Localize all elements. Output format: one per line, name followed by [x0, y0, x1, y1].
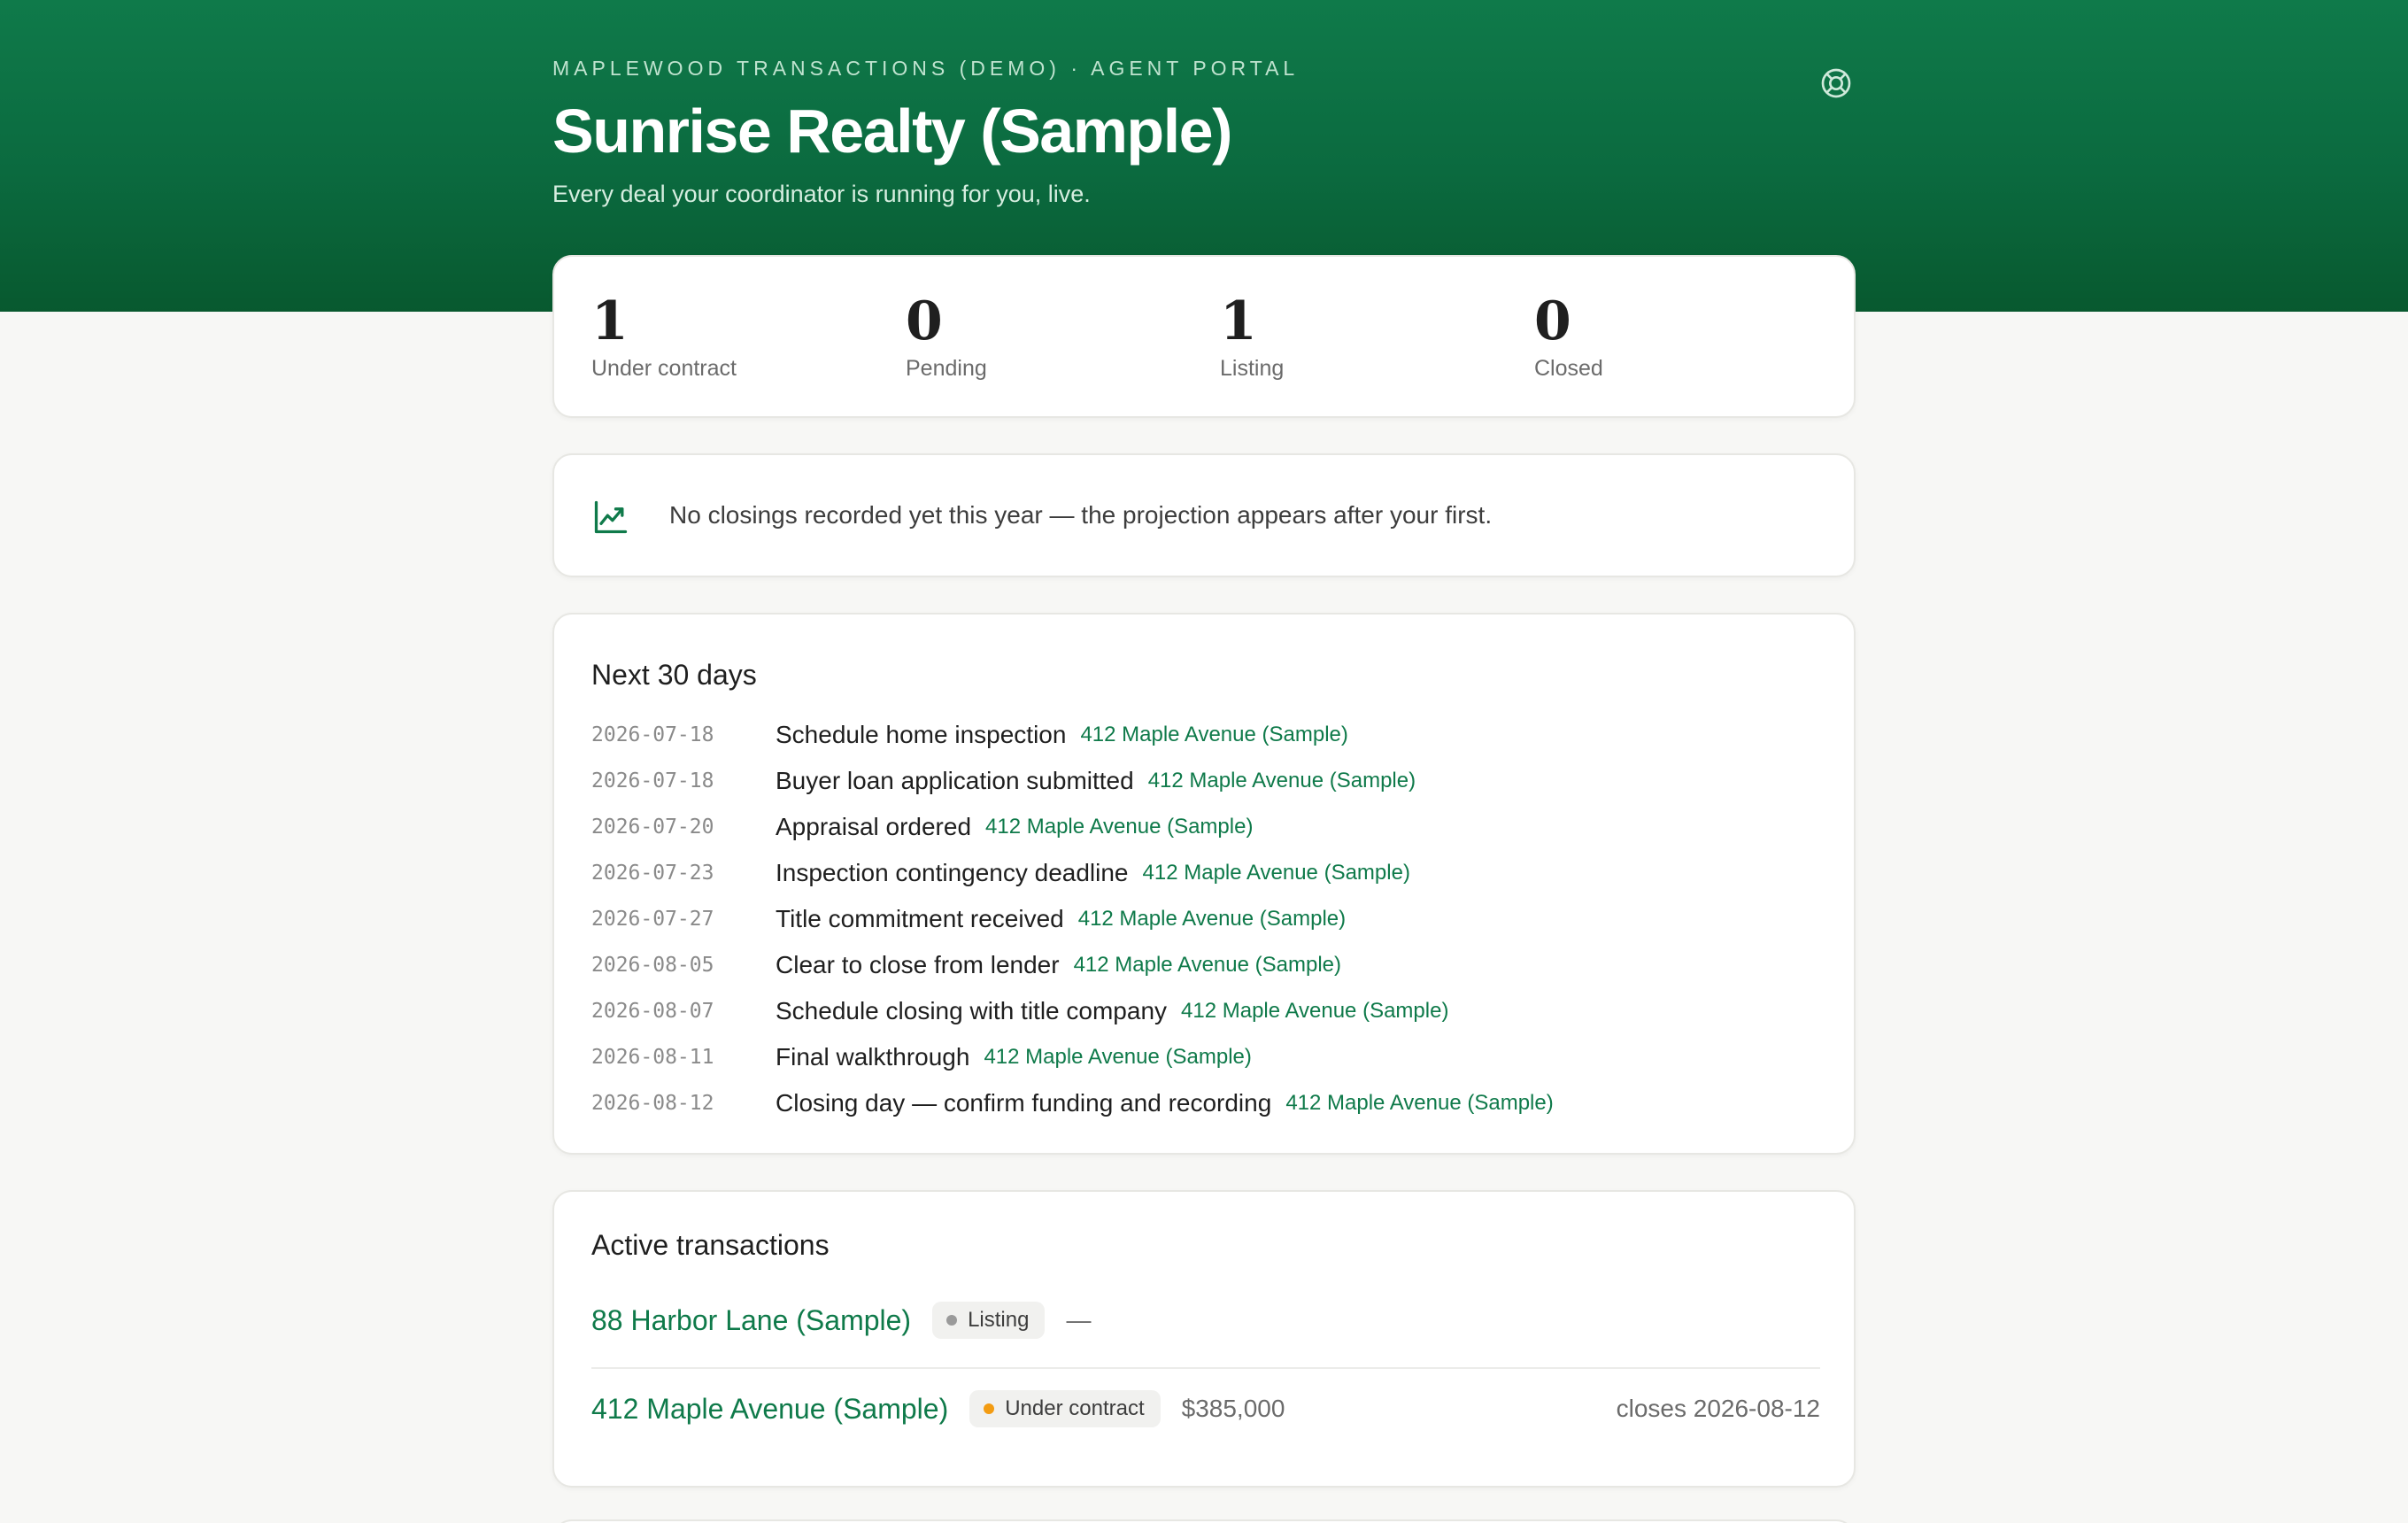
- upcoming-event[interactable]: 2026-07-27 Title commitment received 412…: [591, 896, 1346, 942]
- transaction-link[interactable]: 88 Harbor Lane (Sample): [591, 1304, 911, 1337]
- projection-card: No closings recorded yet this year — the…: [552, 453, 1856, 577]
- event-title: Schedule home inspection: [776, 721, 1067, 748]
- transaction-row: 88 Harbor Lane (Sample) Listing —: [591, 1280, 1820, 1360]
- active-title: Active transactions: [591, 1229, 830, 1261]
- stat-label: Under contract: [591, 356, 737, 381]
- status-badge: Under contract: [969, 1390, 1161, 1427]
- event-property-link[interactable]: 412 Maple Avenue (Sample): [1148, 769, 1416, 793]
- help-button[interactable]: [1817, 64, 1856, 103]
- event-date: 2026-08-07: [591, 1000, 714, 1023]
- transaction-link[interactable]: 412 Maple Avenue (Sample): [591, 1393, 948, 1426]
- upcoming-event[interactable]: 2026-07-23 Inspection contingency deadli…: [591, 850, 1410, 896]
- status-dot: [984, 1403, 995, 1414]
- status-label: Under contract: [1005, 1396, 1145, 1420]
- event-title: Final walkthrough: [776, 1043, 970, 1071]
- stats-card: 1 Under contract 0 Pending 1 Listing 0 C…: [552, 255, 1856, 418]
- upcoming-event[interactable]: 2026-08-11 Final walkthrough 412 Maple A…: [591, 1034, 1252, 1080]
- status-dot: [946, 1315, 958, 1326]
- event-date: 2026-07-18: [591, 723, 714, 746]
- event-property-link[interactable]: 412 Maple Avenue (Sample): [1074, 953, 1341, 978]
- transaction-close-date: closes 2026-08-12: [1616, 1395, 1820, 1422]
- stat-value: 1: [1220, 290, 1257, 352]
- stat-under-contract: 1 Under contract: [591, 292, 737, 382]
- event-property-link[interactable]: 412 Maple Avenue (Sample): [1080, 723, 1347, 747]
- event-date: 2026-07-27: [591, 908, 714, 931]
- projection-message: No closings recorded yet this year — the…: [669, 501, 1493, 529]
- event-property-link[interactable]: 412 Maple Avenue (Sample): [985, 815, 1253, 839]
- page-title: Sunrise Realty (Sample): [552, 97, 1232, 166]
- event-property-link[interactable]: 412 Maple Avenue (Sample): [1285, 1091, 1553, 1116]
- event-title: Title commitment received: [776, 905, 1064, 932]
- event-title: Appraisal ordered: [776, 813, 972, 840]
- page-subtitle: Every deal your coordinator is running f…: [552, 181, 1091, 207]
- upcoming-event[interactable]: 2026-08-12 Closing day — confirm funding…: [591, 1080, 1554, 1126]
- upcoming-event[interactable]: 2026-07-18 Schedule home inspection 412 …: [591, 712, 1348, 758]
- event-title: Closing day — confirm funding and record…: [776, 1089, 1272, 1117]
- trending-up-chart-icon: [594, 500, 628, 534]
- portal-eyebrow: MAPLEWOOD TRANSACTIONS (DEMO) · AGENT PO…: [552, 57, 1300, 80]
- upcoming-event[interactable]: 2026-07-18 Buyer loan application submit…: [591, 758, 1416, 804]
- event-property-link[interactable]: 412 Maple Avenue (Sample): [1181, 999, 1448, 1024]
- event-title: Inspection contingency deadline: [776, 859, 1129, 886]
- event-title: Schedule closing with title company: [776, 997, 1168, 1024]
- transaction-row: 412 Maple Avenue (Sample) Under contract…: [591, 1369, 1820, 1449]
- stat-label: Listing: [1220, 356, 1285, 381]
- active-transactions-card: Active transactions 88 Harbor Lane (Samp…: [552, 1190, 1856, 1488]
- stat-label: Closed: [1534, 356, 1603, 381]
- stat-listing: 1 Listing: [1220, 292, 1284, 382]
- stat-pending: 0 Pending: [906, 292, 987, 382]
- stat-closed: 0 Closed: [1534, 292, 1603, 382]
- transaction-price: $385,000: [1181, 1395, 1285, 1422]
- stat-value: 1: [591, 290, 629, 352]
- status-badge: Listing: [932, 1302, 1046, 1339]
- stat-value: 0: [1534, 290, 1571, 352]
- event-property-link[interactable]: 412 Maple Avenue (Sample): [984, 1045, 1251, 1070]
- event-title: Buyer loan application submitted: [776, 767, 1134, 794]
- lifebuoy-icon: [1821, 68, 1851, 98]
- next-section-card: [552, 1519, 1856, 1523]
- upcoming-event[interactable]: 2026-07-20 Appraisal ordered 412 Maple A…: [591, 804, 1253, 850]
- event-title: Clear to close from lender: [776, 951, 1060, 978]
- event-date: 2026-08-05: [591, 954, 714, 977]
- upcoming-event[interactable]: 2026-08-07 Schedule closing with title c…: [591, 988, 1448, 1034]
- transaction-price: —: [1066, 1306, 1092, 1334]
- event-date: 2026-07-20: [591, 816, 714, 839]
- event-date: 2026-08-11: [591, 1046, 714, 1069]
- stat-label: Pending: [906, 356, 987, 381]
- event-property-link[interactable]: 412 Maple Avenue (Sample): [1143, 861, 1410, 885]
- upcoming-card: Next 30 days 2026-07-18 Schedule home in…: [552, 613, 1856, 1155]
- stat-value: 0: [906, 290, 943, 352]
- upcoming-title: Next 30 days: [591, 659, 757, 691]
- upcoming-event[interactable]: 2026-08-05 Clear to close from lender 41…: [591, 942, 1341, 988]
- event-property-link[interactable]: 412 Maple Avenue (Sample): [1078, 907, 1346, 932]
- event-date: 2026-07-18: [591, 769, 714, 792]
- event-date: 2026-08-12: [591, 1092, 714, 1115]
- status-label: Listing: [968, 1308, 1030, 1332]
- event-date: 2026-07-23: [591, 862, 714, 885]
